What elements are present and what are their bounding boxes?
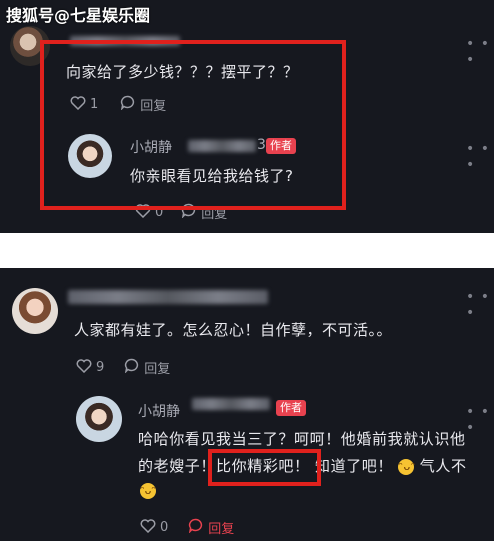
blurred-username — [68, 290, 268, 304]
reply-author-name[interactable]: 小胡静 — [138, 401, 180, 421]
comment-actions: 9 回复 — [76, 358, 170, 377]
reply-button[interactable]: 回复 — [144, 358, 170, 377]
comment-bubble-icon[interactable] — [124, 358, 140, 377]
more-dots-icon[interactable]: • • • — [466, 404, 494, 436]
reply-text-line-1: 哈哈你看见我当三了？呵呵！他婚前我就认识他 — [138, 430, 466, 448]
reply-button[interactable]: 回复 — [208, 518, 234, 537]
reply-text-segment: 气人不 — [419, 457, 467, 475]
reply-text-line-3: ᵔᴗᵔ — [140, 480, 156, 499]
comment-bubble-icon[interactable] — [188, 518, 204, 537]
reply-actions: 0 回复 — [140, 518, 234, 537]
highlight-box — [208, 449, 321, 486]
more-dots-icon[interactable]: • • • — [466, 36, 494, 68]
reply-text-segment: 的老嫂子！ — [138, 457, 217, 475]
blurred-user-id — [192, 398, 270, 410]
grin-emoji-icon: ᵔᴗᵔ — [398, 458, 417, 475]
highlight-box — [40, 40, 346, 210]
author-badge: 作者 — [276, 400, 306, 416]
heart-icon[interactable] — [140, 518, 156, 537]
more-dots-icon[interactable]: • • • — [466, 141, 494, 173]
like-count: 0 — [160, 520, 169, 535]
more-dots-icon[interactable]: • • • — [466, 289, 494, 321]
grin-emoji-icon: ᵔᴗᵔ — [140, 482, 156, 499]
like-count: 9 — [96, 360, 105, 375]
comment-text: 人家都有娃了。怎么忍心！自作孽，不可活。。 — [74, 321, 393, 339]
commenter-avatar[interactable] — [12, 288, 58, 334]
watermark: 搜狐号@七星娱乐圈 — [6, 6, 151, 25]
comment-panel-2: • • • 人家都有娃了。怎么忍心！自作孽，不可活。。 9 回复 小胡静 作者 … — [0, 268, 494, 541]
reply-text-segment: 知道了吧！ — [315, 457, 394, 475]
author-avatar[interactable] — [76, 396, 122, 442]
heart-icon[interactable] — [76, 358, 92, 377]
comment-panel-1: • • • 向家给了多少钱？？？摆平了？？ 1 回复 小胡静 3 作者 • • … — [0, 0, 494, 233]
